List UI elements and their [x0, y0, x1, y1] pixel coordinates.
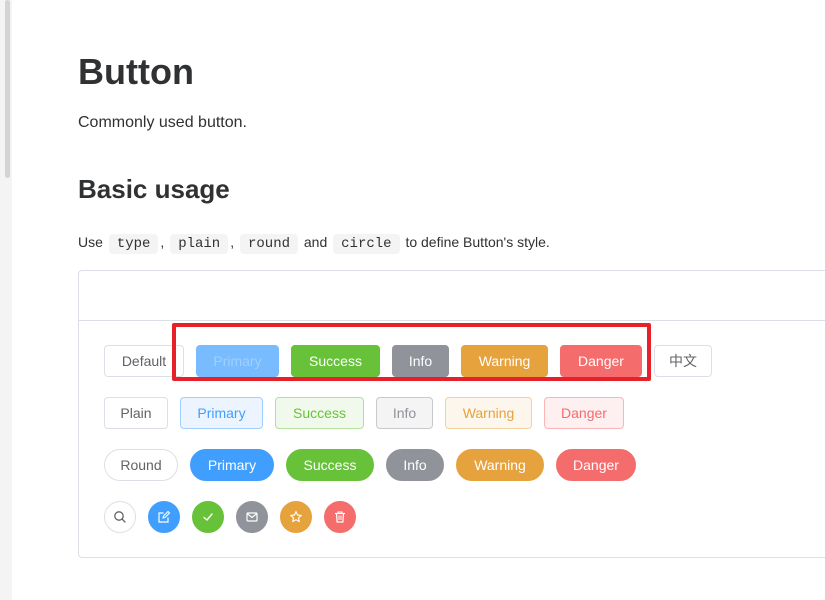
info-button[interactable]: Info: [392, 345, 449, 377]
section-title: Basic usage: [78, 174, 230, 204]
usage-sep-2: ,: [230, 234, 235, 250]
usage-sep-1: ,: [160, 234, 165, 250]
round-primary-button[interactable]: Primary: [190, 449, 274, 481]
warning-button[interactable]: Warning: [461, 345, 548, 377]
code-type: type: [108, 234, 159, 254]
round-success-button[interactable]: Success: [286, 449, 374, 481]
plain-button[interactable]: Plain: [104, 397, 168, 429]
usage-and: and: [303, 234, 328, 250]
delete-icon: [335, 511, 345, 523]
edit-icon: [158, 510, 171, 523]
usage-description: Use type, plain, round and circle to def…: [78, 230, 550, 256]
circle-edit-button[interactable]: [148, 501, 180, 533]
check-icon: [203, 513, 213, 521]
plain-success-button[interactable]: Success: [275, 397, 364, 429]
plain-info-button[interactable]: Info: [376, 397, 433, 429]
usage-suffix: to define Button's style.: [405, 234, 550, 250]
circle-delete-button[interactable]: [324, 501, 356, 533]
circle-star-button[interactable]: [280, 501, 312, 533]
star-icon: [290, 511, 302, 523]
code-round: round: [239, 234, 298, 254]
plain-danger-button[interactable]: Danger: [544, 397, 624, 429]
plain-warning-button[interactable]: Warning: [445, 397, 532, 429]
button-row-circle: [104, 501, 356, 533]
demo-divider: [79, 320, 825, 321]
primary-button[interactable]: Primary: [196, 345, 279, 377]
demo-block: Default Primary Success Info Warning Dan…: [78, 270, 825, 558]
scrollbar-track[interactable]: [0, 0, 12, 600]
code-circle: circle: [333, 234, 400, 254]
scrollbar-thumb[interactable]: [5, 0, 10, 178]
search-icon: [114, 511, 126, 523]
plain-primary-button[interactable]: Primary: [180, 397, 263, 429]
circle-message-button[interactable]: [236, 501, 268, 533]
round-button[interactable]: Round: [104, 449, 178, 481]
button-row-plain: Plain Primary Success Info Warning Dange…: [104, 397, 624, 429]
button-row-default: Default Primary Success Info Warning Dan…: [104, 345, 712, 377]
circle-check-button[interactable]: [192, 501, 224, 533]
usage-prefix: Use: [78, 234, 103, 250]
message-icon: [246, 512, 258, 522]
danger-button[interactable]: Danger: [560, 345, 642, 377]
button-row-round: Round Primary Success Info Warning Dange…: [104, 449, 636, 481]
page-description: Commonly used button.: [78, 114, 247, 131]
circle-search-button[interactable]: [104, 501, 136, 533]
code-plain: plain: [170, 234, 229, 254]
round-danger-button[interactable]: Danger: [556, 449, 636, 481]
round-info-button[interactable]: Info: [386, 449, 444, 481]
page-title: Button: [78, 51, 194, 92]
success-button[interactable]: Success: [291, 345, 380, 377]
chinese-button[interactable]: 中文: [654, 345, 712, 377]
default-button[interactable]: Default: [104, 345, 184, 377]
round-warning-button[interactable]: Warning: [456, 449, 544, 481]
